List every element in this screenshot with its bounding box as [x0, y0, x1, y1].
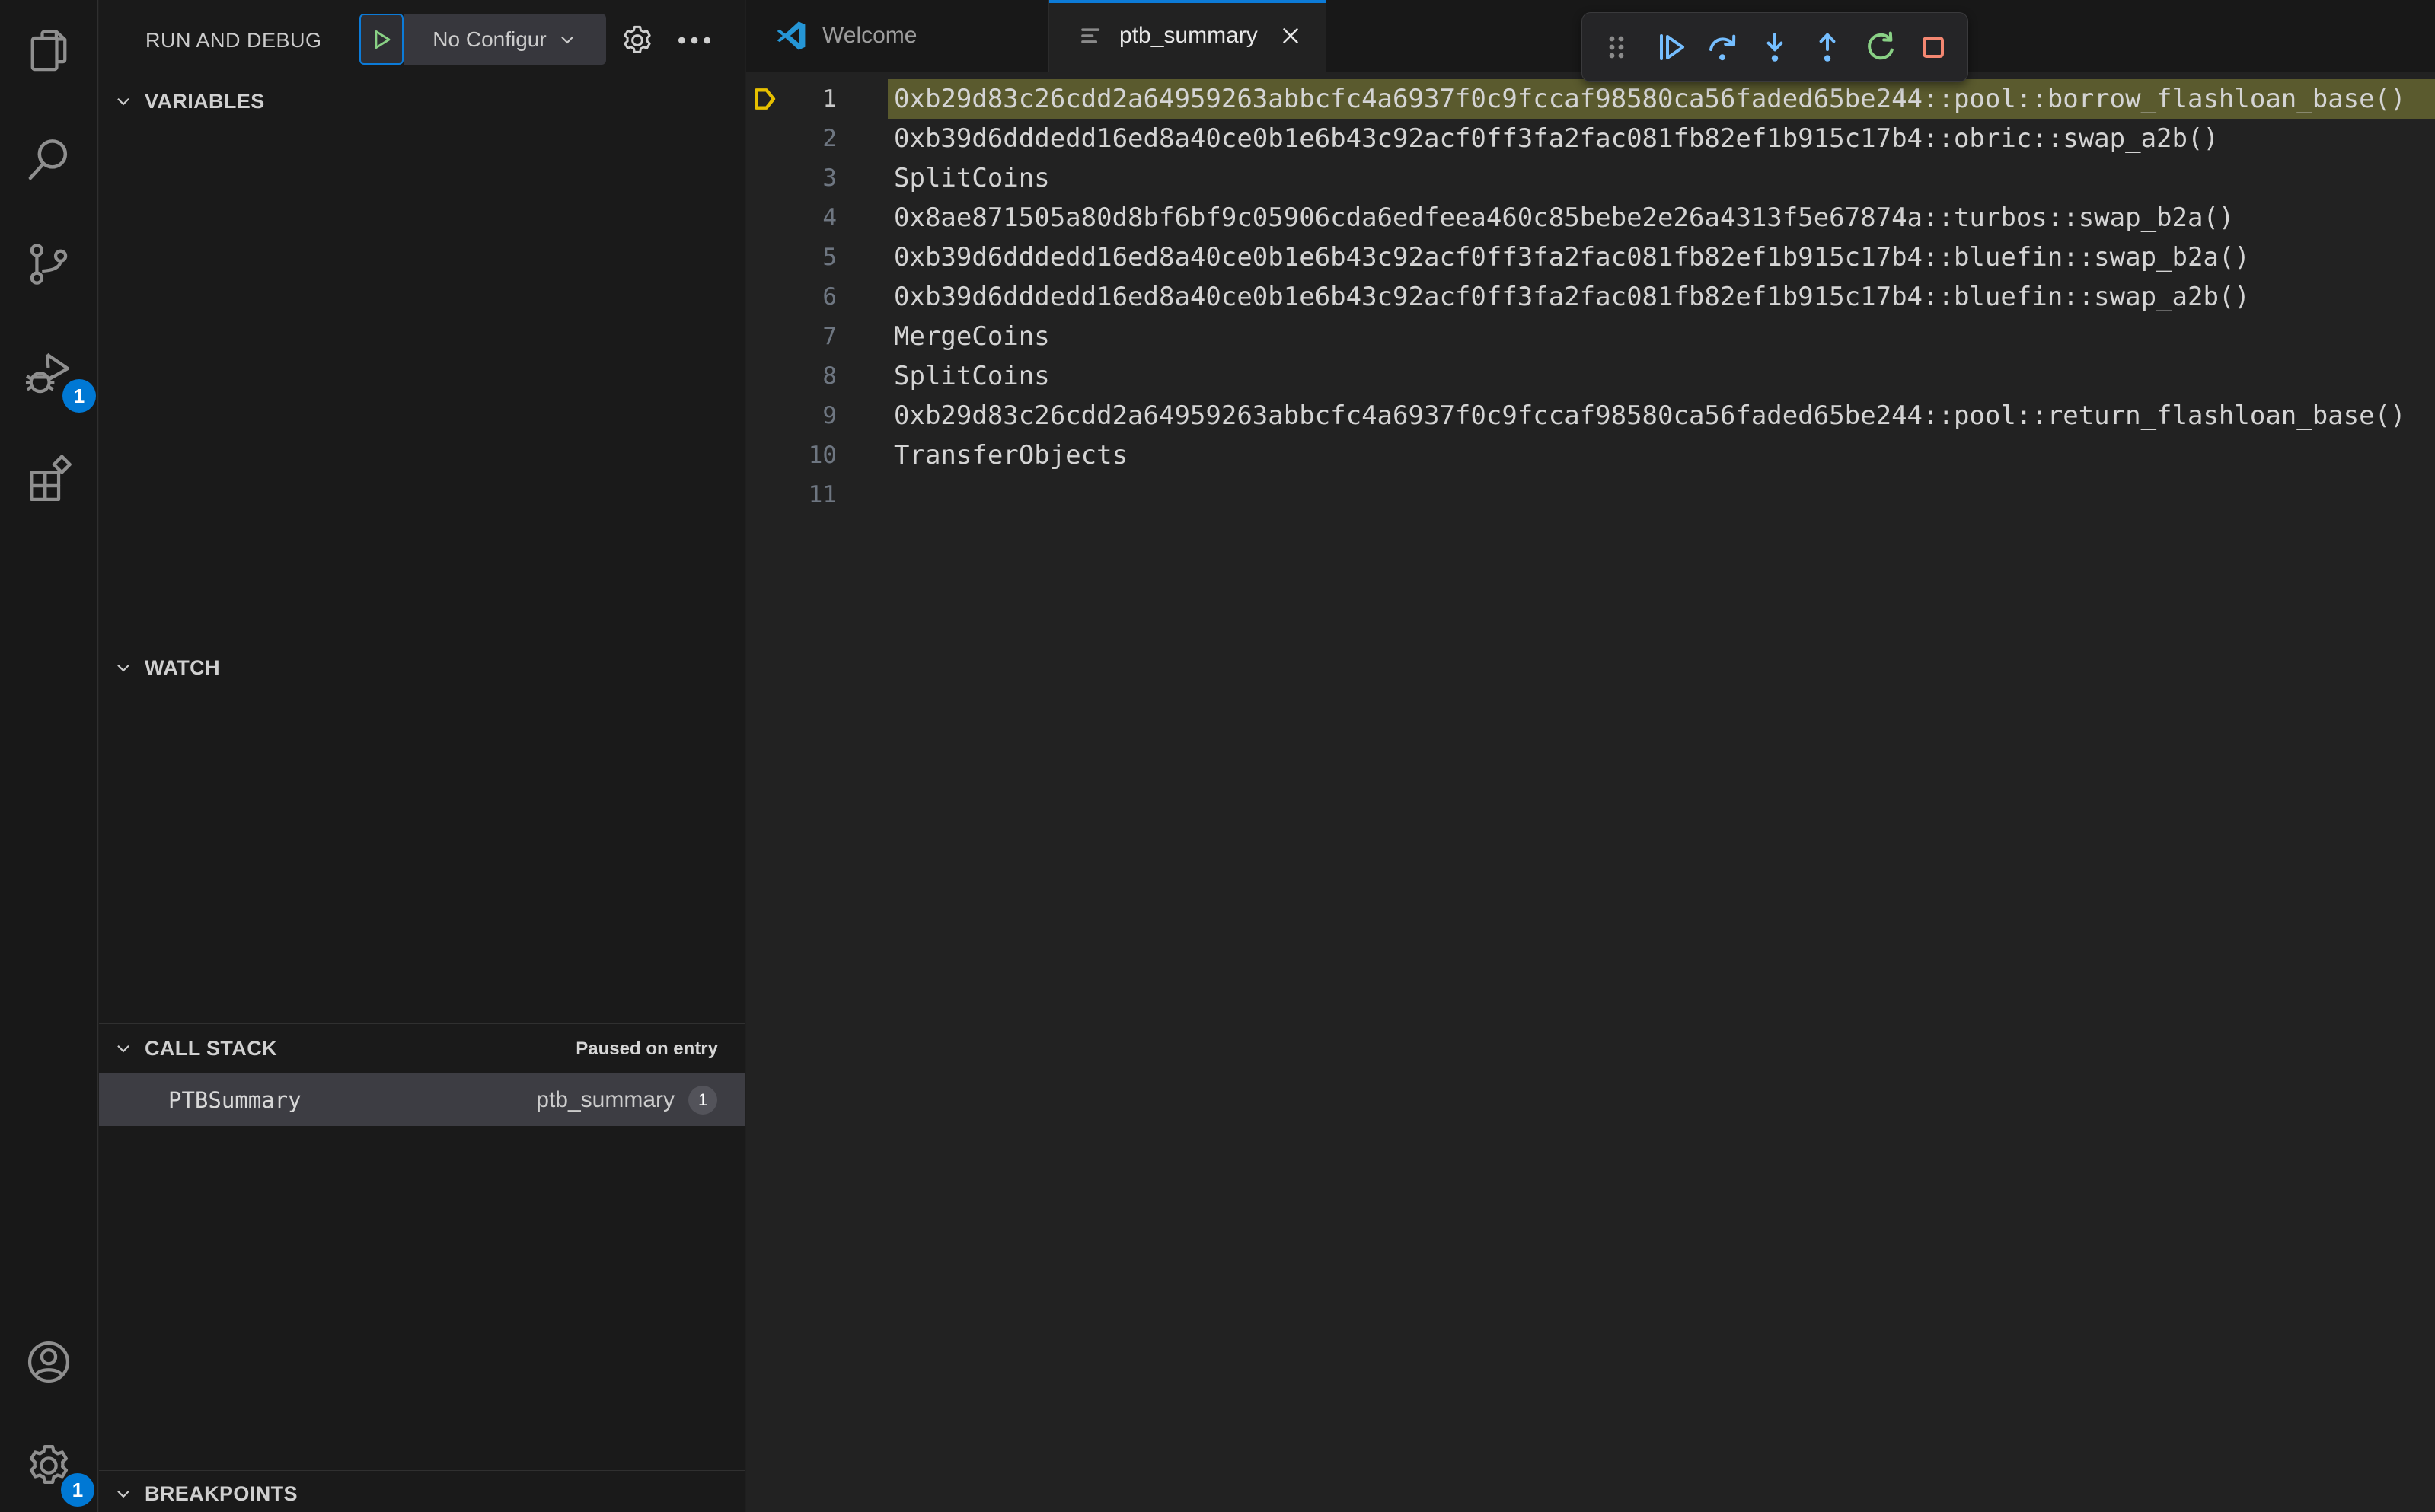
- step-out-icon[interactable]: [1809, 29, 1846, 65]
- step-into-icon[interactable]: [1757, 29, 1793, 65]
- breakpoints-section-header[interactable]: BREAKPOINTS: [99, 1472, 745, 1512]
- launch-configuration-control: No Configur: [359, 14, 606, 65]
- stack-frame-row[interactable]: PTBSummary ptb_summary 1: [99, 1073, 745, 1126]
- search-icon[interactable]: [23, 134, 75, 186]
- step-over-icon[interactable]: [1704, 29, 1741, 65]
- line-number[interactable]: 4: [793, 204, 837, 231]
- stack-frame-line-badge: 1: [688, 1085, 717, 1115]
- code-line: 7 MergeCoins: [746, 317, 2435, 356]
- debug-toolbar: [1581, 12, 1968, 82]
- chevron-down-icon: [117, 1045, 129, 1053]
- explorer-icon[interactable]: [23, 25, 75, 77]
- settings-gear-icon[interactable]: 1: [23, 1440, 94, 1507]
- chevron-down-icon: [560, 36, 573, 43]
- call-stack-section-label: CALL STACK: [145, 1036, 277, 1060]
- watch-section-header[interactable]: WATCH: [99, 646, 745, 690]
- restart-icon[interactable]: [1862, 29, 1899, 65]
- code-line-text[interactable]: SplitCoins: [894, 356, 2435, 396]
- variables-section-header[interactable]: VARIABLES: [99, 79, 745, 123]
- code-line-text[interactable]: 0xb29d83c26cdd2a64959263abbcfc4a6937f0c9…: [894, 396, 2435, 435]
- line-number[interactable]: 7: [793, 323, 837, 350]
- vscode-logo-icon: [777, 21, 806, 50]
- code-line-text[interactable]: 0xb39d6dddedd16ed8a40ce0b1e6b43c92acf0ff…: [894, 277, 2435, 317]
- tab-label: Welcome: [822, 23, 918, 48]
- code-line: 2 0xb39d6dddedd16ed8a40ce0b1e6b43c92acf0f…: [746, 119, 2435, 158]
- code-line: 1 0xb29d83c26cdd2a64959263abbcfc4a6937f0c…: [746, 79, 2435, 119]
- code-line: 9 0xb29d83c26cdd2a64959263abbcfc4a6937f0c…: [746, 396, 2435, 435]
- variables-section-label: VARIABLES: [145, 89, 265, 113]
- configuration-dropdown-label: No Configur: [432, 27, 547, 51]
- debug-badge: 1: [62, 379, 96, 413]
- code-line-text[interactable]: 0x8ae871505a80d8bf6bf9c05906cda6edfeea46…: [894, 198, 2435, 238]
- breakpoints-section-label: BREAKPOINTS: [145, 1482, 298, 1505]
- code-line-text[interactable]: MergeCoins: [894, 317, 2435, 356]
- source-control-icon[interactable]: [23, 238, 75, 290]
- tab-ptb-summary[interactable]: ptb_summary: [1049, 0, 1326, 72]
- views-more-actions-icon[interactable]: [675, 22, 713, 59]
- activity-bar: 1 1: [0, 0, 98, 1512]
- code-line-text[interactable]: SplitCoins: [894, 158, 2435, 198]
- configuration-dropdown[interactable]: No Configur: [404, 14, 606, 65]
- run-and-debug-sidebar: RUN AND DEBUG No Configur VARIABLES WATC…: [99, 0, 745, 1512]
- vscode-window: 1 1 RUN AND DEBUG No Configur VARIABLES …: [0, 0, 2435, 1512]
- line-number[interactable]: 1: [793, 85, 837, 113]
- code-line: 11: [746, 475, 2435, 515]
- watch-section-label: WATCH: [145, 656, 220, 679]
- file-lines-icon: [1081, 28, 1100, 43]
- code-line: 5 0xb39d6dddedd16ed8a40ce0b1e6b43c92acf0f…: [746, 238, 2435, 277]
- sidebar-title: RUN AND DEBUG: [145, 29, 322, 52]
- line-number[interactable]: 10: [793, 442, 837, 469]
- section-divider: [99, 1023, 745, 1024]
- start-debugging-button[interactable]: [359, 14, 404, 65]
- tab-welcome[interactable]: Welcome: [746, 0, 1049, 72]
- toolbar-drag-handle-icon[interactable]: [1598, 29, 1635, 65]
- extensions-icon[interactable]: [23, 451, 75, 503]
- continue-icon[interactable]: [1652, 29, 1688, 65]
- line-number[interactable]: 6: [793, 283, 837, 311]
- line-number[interactable]: 5: [793, 244, 837, 271]
- editor-area: Welcome ptb_summary 1 0xb29d83c26cdd2a64…: [746, 0, 2435, 1512]
- section-divider: [99, 1470, 745, 1471]
- tab-label: ptb_summary: [1119, 23, 1258, 48]
- code-line: 8 SplitCoins: [746, 356, 2435, 396]
- code-line: 6 0xb39d6dddedd16ed8a40ce0b1e6b43c92acf0f…: [746, 277, 2435, 317]
- code-line: 3 SplitCoins: [746, 158, 2435, 198]
- code-line-text[interactable]: TransferObjects: [894, 435, 2435, 475]
- line-number[interactable]: 2: [793, 125, 837, 152]
- chevron-down-icon: [117, 1490, 129, 1498]
- close-icon[interactable]: [1278, 23, 1304, 49]
- call-stack-section-header[interactable]: CALL STACK Paused on entry: [99, 1026, 745, 1070]
- accounts-icon[interactable]: [23, 1336, 75, 1388]
- stop-icon[interactable]: [1915, 29, 1952, 65]
- run-and-debug-icon[interactable]: 1: [23, 347, 96, 413]
- code-line: 4 0x8ae871505a80d8bf6bf9c05906cda6edfeea4…: [746, 198, 2435, 238]
- code-line-text[interactable]: 0xb39d6dddedd16ed8a40ce0b1e6b43c92acf0ff…: [894, 119, 2435, 158]
- code-line: 10 TransferObjects: [746, 435, 2435, 475]
- debug-settings-gear-icon[interactable]: [619, 22, 656, 59]
- stack-frame-file: ptb_summary: [536, 1086, 675, 1112]
- code-line-text[interactable]: 0xb29d83c26cdd2a64959263abbcfc4a6937f0c9…: [894, 79, 2435, 119]
- line-number[interactable]: 8: [793, 362, 837, 390]
- code-lines: 1 0xb29d83c26cdd2a64959263abbcfc4a6937f0c…: [746, 72, 2435, 1512]
- settings-badge: 1: [61, 1473, 94, 1507]
- pause-reason-status: Paused on entry: [576, 1038, 718, 1059]
- line-number[interactable]: 3: [793, 164, 837, 192]
- code-line-text[interactable]: 0xb39d6dddedd16ed8a40ce0b1e6b43c92acf0ff…: [894, 238, 2435, 277]
- line-number[interactable]: 9: [793, 402, 837, 429]
- chevron-down-icon: [117, 664, 129, 672]
- debug-current-line-arrow-icon: [755, 88, 776, 110]
- chevron-down-icon: [117, 97, 129, 106]
- stack-frame-name: PTBSummary: [168, 1086, 302, 1113]
- breakpoint-gutter[interactable]: [746, 84, 793, 114]
- line-number[interactable]: 11: [793, 481, 837, 509]
